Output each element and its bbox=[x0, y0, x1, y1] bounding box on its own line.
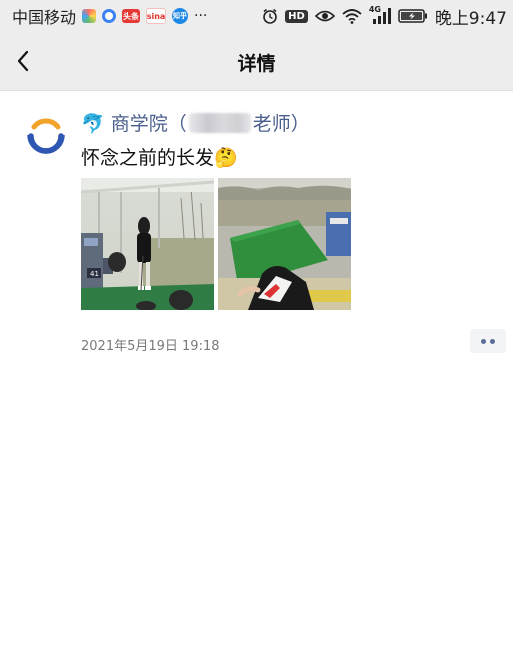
cell-signal-group: 4G bbox=[369, 5, 391, 24]
author-name-prefix: 🐬 商学院（ bbox=[81, 113, 187, 135]
more-dot-right bbox=[490, 338, 495, 344]
avatar-logo bbox=[24, 112, 68, 156]
clock-time: 晚上9:47 bbox=[434, 8, 507, 29]
status-left: 中国移动 头条 sina 知乎 ··· bbox=[0, 4, 207, 28]
author-avatar[interactable] bbox=[23, 111, 69, 157]
alarm-clock-icon bbox=[263, 8, 277, 24]
wifi-icon bbox=[342, 9, 362, 24]
golf-driving-range-photo: 41 bbox=[81, 178, 214, 310]
sina-app-icon: sina bbox=[146, 8, 167, 24]
toutiao-app-icon: 头条 bbox=[122, 9, 141, 23]
photo-thumbnail-2[interactable] bbox=[218, 178, 351, 310]
carrier-name: 中国移动 bbox=[12, 8, 77, 27]
page-title: 详情 bbox=[237, 53, 276, 75]
colorful-app-icon bbox=[82, 9, 97, 23]
post-text: 怀念之前的长发🤔 bbox=[81, 147, 238, 169]
more-actions-button[interactable] bbox=[470, 329, 506, 353]
post-timestamp: 2021年5月19日 19:18 bbox=[81, 339, 220, 354]
zhihu-app-icon: 知乎 bbox=[172, 8, 189, 24]
golf-mat-photo bbox=[218, 178, 351, 310]
author-name[interactable]: 🐬 商学院（ 老师） bbox=[81, 109, 310, 136]
battery-charging-icon bbox=[398, 9, 427, 23]
ring-app-icon bbox=[102, 9, 117, 23]
status-bar: 中国移动 头条 sina 知乎 ··· HD 4G 晚上9:47 bbox=[0, 0, 513, 32]
more-notifications-dots: ··· bbox=[194, 8, 208, 24]
photo-grid: 41 bbox=[81, 178, 351, 310]
eye-comfort-icon bbox=[314, 10, 335, 22]
bay-number-label: 41 bbox=[90, 270, 99, 278]
more-dot-left bbox=[481, 338, 486, 344]
blurred-name-segment bbox=[188, 112, 251, 133]
photo-thumbnail-1[interactable]: 41 bbox=[81, 178, 214, 310]
author-name-suffix: 老师） bbox=[252, 113, 310, 135]
signal-bars-icon bbox=[372, 8, 391, 24]
hd-icon: HD bbox=[285, 9, 308, 23]
nav-bar: 详情 bbox=[0, 32, 513, 91]
status-right: HD 4G 晚上9:47 bbox=[262, 4, 513, 29]
